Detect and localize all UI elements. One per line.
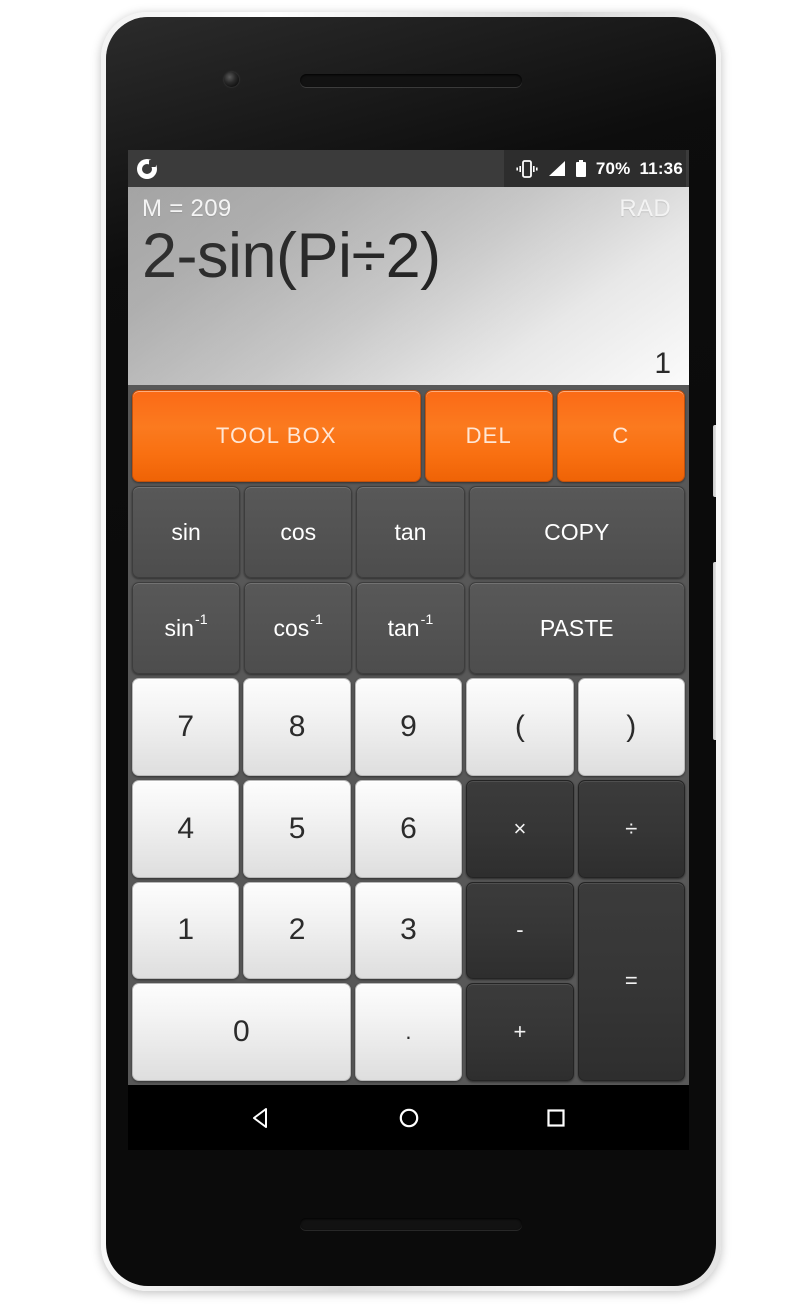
digit-6-button[interactable]: 6 bbox=[354, 779, 463, 878]
paste-button[interactable]: PASTE bbox=[468, 582, 685, 674]
digit-9-button[interactable]: 9 bbox=[354, 678, 463, 776]
android-navigation-bar bbox=[128, 1085, 689, 1150]
keypad-row-inverse-trig: sin -1 cos -1 tan -1 PASTE bbox=[132, 582, 685, 674]
clock-label: 11:36 bbox=[639, 158, 683, 178]
arcsin-button[interactable]: sin -1 bbox=[132, 582, 241, 674]
home-icon bbox=[399, 1108, 418, 1127]
status-bar-system: 70% 11:36 bbox=[503, 150, 686, 187]
tan-button[interactable]: tan bbox=[356, 486, 465, 578]
home-button[interactable] bbox=[383, 1092, 435, 1144]
arcsin-label: sin -1 bbox=[164, 612, 208, 642]
digit-1-button[interactable]: 1 bbox=[132, 881, 240, 980]
recents-icon bbox=[546, 1108, 565, 1127]
tool-box-button[interactable]: TOOL BOX bbox=[132, 390, 421, 482]
signal-bars-icon bbox=[548, 161, 565, 176]
digit-4-button[interactable]: 4 bbox=[132, 779, 240, 878]
expression-text: 2-sin(Pi÷2) bbox=[142, 221, 441, 291]
result-text: 1 bbox=[654, 347, 671, 380]
cos-button[interactable]: cos bbox=[244, 486, 353, 578]
multiply-button[interactable]: × bbox=[466, 779, 574, 878]
volume-rocker-button[interactable] bbox=[713, 562, 716, 740]
keypad-row-trig: sin cos tan COPY bbox=[132, 486, 685, 578]
keypad-row-actions: TOOL BOX DEL C bbox=[132, 390, 686, 482]
phone-screen: 70% 11:36 M = 209 RAD 2-sin(Pi÷2) 1 TOOL… bbox=[128, 150, 689, 1150]
arccos-base: cos bbox=[273, 614, 310, 641]
vibrate-icon bbox=[516, 159, 538, 178]
paren-close-button[interactable]: ) bbox=[577, 678, 685, 776]
digit-5-button[interactable]: 5 bbox=[243, 779, 351, 878]
digit-8-button[interactable]: 8 bbox=[243, 678, 351, 776]
subtract-button[interactable]: - bbox=[466, 881, 574, 980]
display-header: M = 209 RAD bbox=[142, 195, 671, 223]
arcsin-base: sin bbox=[164, 614, 194, 641]
battery-icon bbox=[575, 159, 586, 177]
arctan-sup: -1 bbox=[420, 612, 434, 629]
phone-bezel: 70% 11:36 M = 209 RAD 2-sin(Pi÷2) 1 TOOL… bbox=[106, 17, 716, 1286]
memory-indicator: M = 209 bbox=[142, 195, 232, 222]
recents-button[interactable] bbox=[530, 1092, 582, 1144]
arccos-button[interactable]: cos -1 bbox=[244, 582, 353, 674]
add-button[interactable]: + bbox=[466, 983, 574, 1081]
angle-mode-indicator[interactable]: RAD bbox=[619, 195, 671, 223]
clear-button[interactable]: C bbox=[556, 390, 686, 482]
digit-2-button[interactable]: 2 bbox=[243, 881, 351, 980]
keypad-numeric-grid: 7 8 9 ( ) 4 5 6 × ÷ 1 2 3 - = 0 . + bbox=[132, 678, 685, 1081]
digit-7-button[interactable]: 7 bbox=[132, 678, 240, 776]
arcsin-sup: -1 bbox=[194, 612, 208, 629]
status-bar: 70% 11:36 bbox=[128, 150, 689, 187]
earpiece-speaker-icon bbox=[300, 74, 522, 87]
calculator-display[interactable]: M = 209 RAD 2-sin(Pi÷2) 1 bbox=[128, 187, 689, 385]
digit-0-button[interactable]: 0 bbox=[132, 983, 351, 1081]
digit-3-button[interactable]: 3 bbox=[354, 881, 463, 980]
arccos-sup: -1 bbox=[310, 612, 323, 629]
arctan-base: tan bbox=[387, 614, 420, 641]
bottom-speaker-icon bbox=[300, 1218, 522, 1230]
back-icon bbox=[252, 1107, 267, 1128]
status-bar-notifications bbox=[137, 158, 157, 179]
back-button[interactable] bbox=[236, 1092, 288, 1144]
equals-button[interactable]: = bbox=[577, 881, 685, 1081]
paren-open-button[interactable]: ( bbox=[466, 678, 574, 776]
divide-button[interactable]: ÷ bbox=[577, 779, 685, 878]
screenshot-canvas: 70% 11:36 M = 209 RAD 2-sin(Pi÷2) 1 TOOL… bbox=[0, 0, 800, 1309]
arctan-label: tan -1 bbox=[387, 612, 434, 642]
decimal-point-button[interactable]: . bbox=[354, 983, 463, 1081]
power-button[interactable] bbox=[713, 425, 716, 497]
copy-button[interactable]: COPY bbox=[468, 486, 685, 578]
sin-button[interactable]: sin bbox=[132, 486, 241, 578]
battery-percent-label: 70% bbox=[595, 158, 631, 178]
arccos-label: cos -1 bbox=[273, 612, 323, 642]
arctan-button[interactable]: tan -1 bbox=[356, 582, 465, 674]
phone-device: 70% 11:36 M = 209 RAD 2-sin(Pi÷2) 1 TOOL… bbox=[101, 12, 721, 1291]
app-notification-icon bbox=[137, 158, 157, 179]
del-button[interactable]: DEL bbox=[424, 390, 553, 482]
keypad: TOOL BOX DEL C sin cos tan COPY sin -1 c… bbox=[128, 385, 689, 1085]
front-camera-icon bbox=[224, 72, 239, 87]
